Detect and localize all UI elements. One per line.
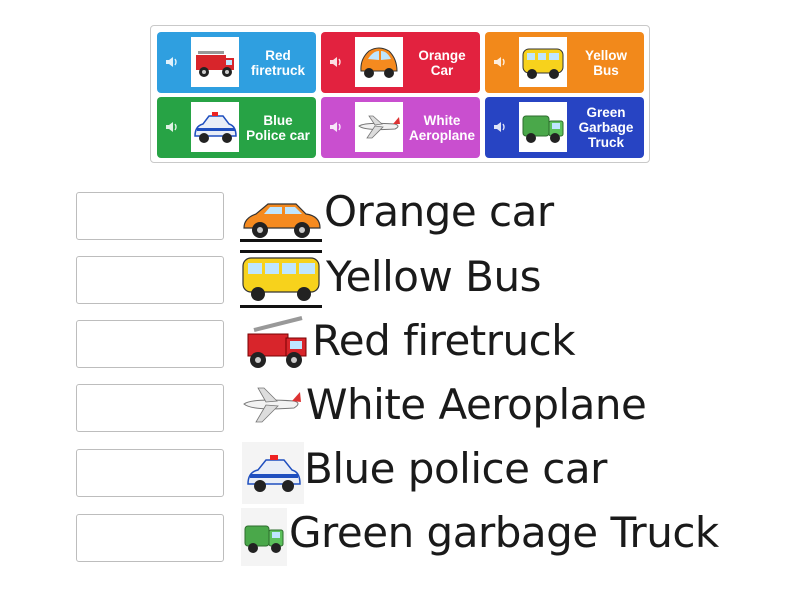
- row-label: Orange car: [324, 187, 554, 236]
- tile-label: Orange Car: [418, 47, 466, 78]
- firetruck-icon: [247, 316, 307, 368]
- aeroplane-icon: [355, 102, 403, 152]
- row-label: Green garbage Truck: [289, 508, 719, 557]
- orange-car-icon: [240, 203, 322, 242]
- drop-slot-5[interactable]: [76, 449, 224, 497]
- tile-red-firetruck[interactable]: Red firetruck: [157, 32, 316, 93]
- drop-slot-2[interactable]: [76, 256, 224, 304]
- police-car-icon: [191, 102, 239, 152]
- speaker-icon[interactable]: [163, 52, 183, 72]
- drop-slot-4[interactable]: [76, 384, 224, 432]
- answer-tray: Red firetruck Orange Car Yellow Bus Blue…: [150, 25, 650, 163]
- speaker-icon[interactable]: [327, 117, 347, 137]
- speaker-icon[interactable]: [163, 117, 183, 137]
- orange-car-icon: [355, 37, 403, 87]
- tile-label: Red firetruck: [250, 47, 306, 78]
- garbage-truck-icon: [241, 508, 287, 566]
- row-label: Blue police car: [304, 444, 607, 493]
- tile-label: Green Garbage Truck: [578, 105, 634, 150]
- speaker-icon[interactable]: [491, 117, 511, 137]
- speaker-icon[interactable]: [491, 52, 511, 72]
- tile-label: Blue Police car: [246, 112, 310, 143]
- row-label: Red firetruck: [312, 316, 576, 365]
- row-label: Yellow Bus: [326, 252, 541, 301]
- tile-label: White Aeroplane: [408, 112, 476, 143]
- tile-orange-car[interactable]: Orange Car: [321, 32, 480, 93]
- drop-slot-1[interactable]: [76, 192, 224, 240]
- drop-slot-3[interactable]: [76, 320, 224, 368]
- aeroplane-icon: [243, 387, 301, 423]
- tile-label: Yellow Bus: [584, 47, 628, 78]
- drop-slot-6[interactable]: [76, 514, 224, 562]
- police-car-icon: [242, 442, 304, 504]
- yellow-bus-icon: [519, 37, 567, 87]
- yellow-bus-icon: [240, 250, 322, 308]
- tile-white-aeroplane[interactable]: White Aeroplane: [321, 97, 480, 158]
- tile-blue-police-car[interactable]: Blue Police car: [157, 97, 316, 158]
- tile-yellow-bus[interactable]: Yellow Bus: [485, 32, 644, 93]
- speaker-icon[interactable]: [327, 52, 347, 72]
- firetruck-icon: [191, 37, 239, 87]
- row-label: White Aeroplane: [306, 380, 647, 429]
- tile-green-garbage-truck[interactable]: Green Garbage Truck: [485, 97, 644, 158]
- garbage-truck-icon: [519, 102, 567, 152]
